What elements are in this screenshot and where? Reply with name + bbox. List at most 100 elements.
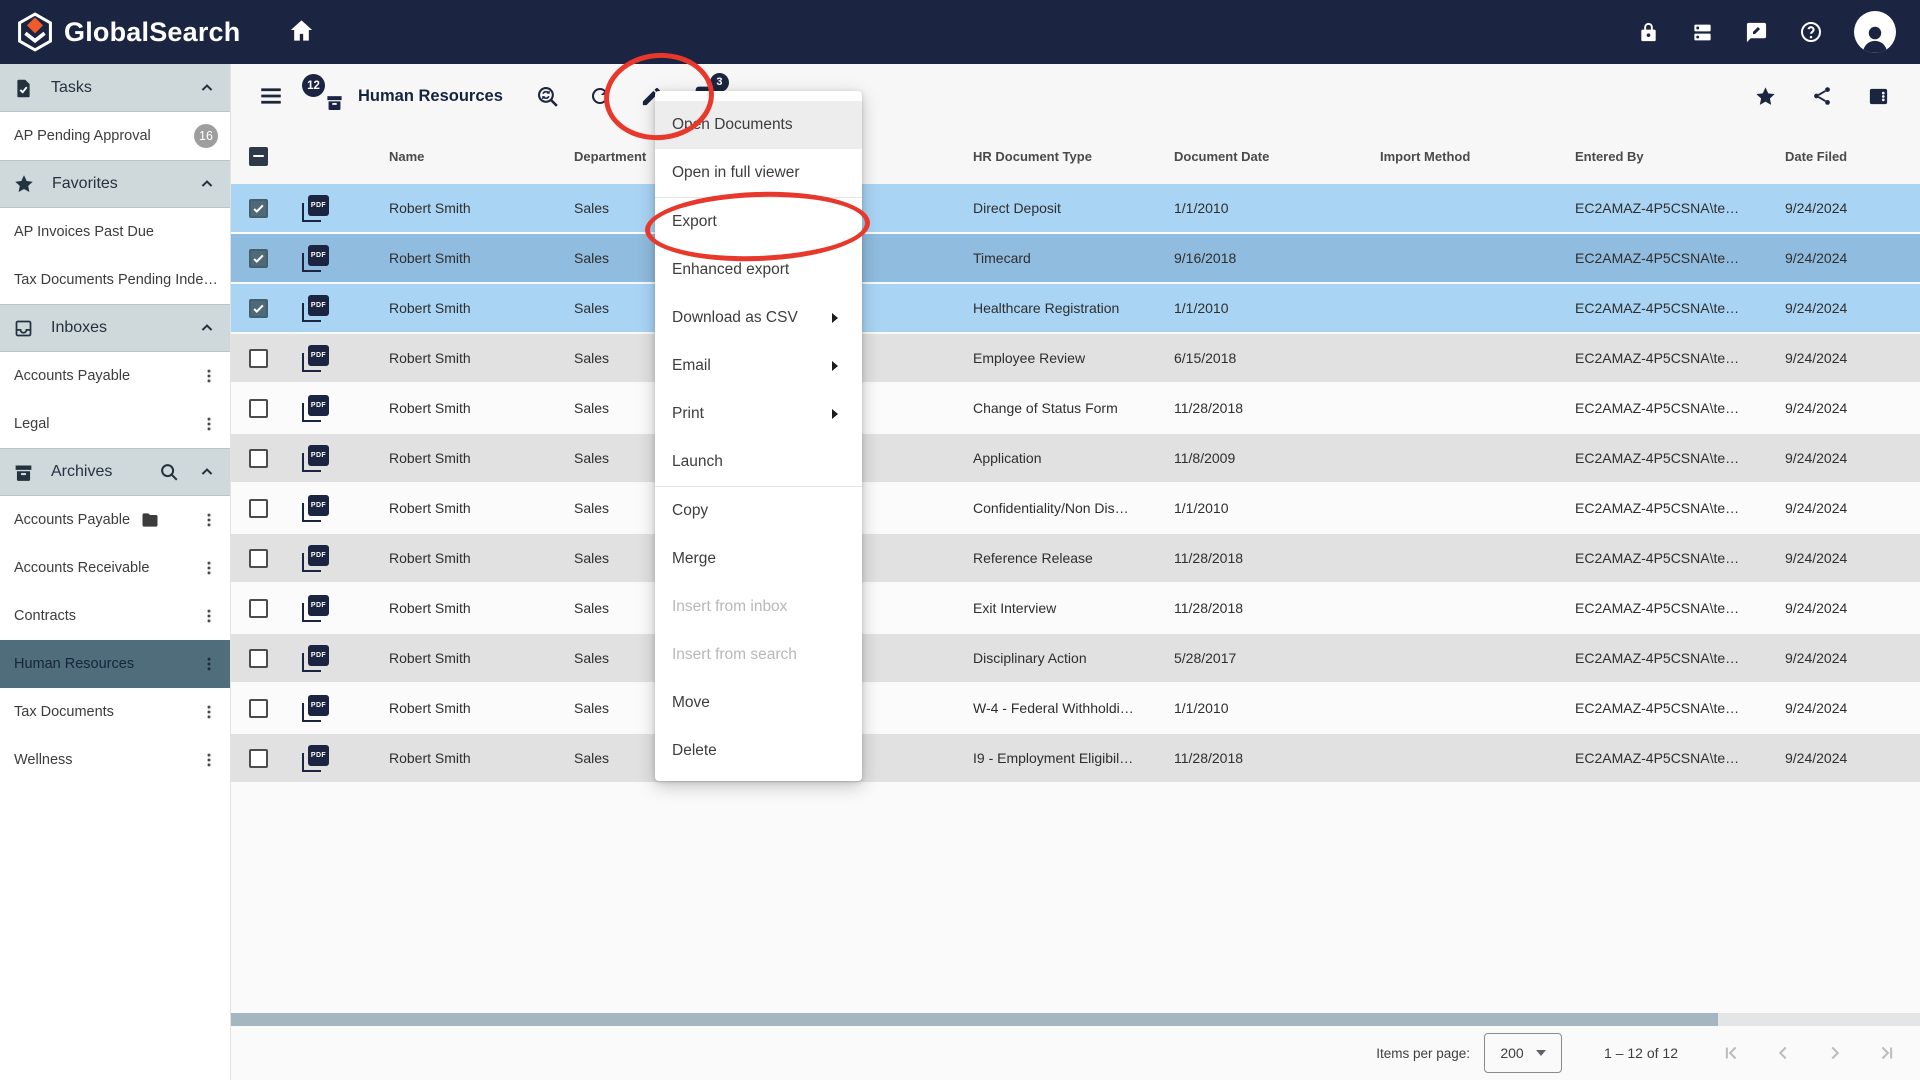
pdf-document-icon[interactable]: PDF [302, 645, 329, 672]
table-row[interactable]: PDFRobert SmithSalesTimecard9/16/2018EC2… [230, 234, 1920, 284]
caret-down-icon [1536, 1050, 1546, 1056]
sidebar-section-archives[interactable]: Archives [0, 448, 230, 496]
chevron-up-icon[interactable] [197, 174, 217, 194]
column-header-import-method[interactable]: Import Method [1380, 128, 1470, 184]
help-button[interactable] [1797, 18, 1825, 46]
scrollbar-thumb[interactable] [230, 1013, 1718, 1026]
column-header-name[interactable]: Name [389, 128, 424, 184]
pdf-document-icon[interactable]: PDF [302, 595, 329, 622]
refresh-button[interactable] [586, 82, 614, 110]
sidebar-item-accounts-payable[interactable]: Accounts Payable [0, 496, 230, 544]
column-header-department[interactable]: Department [574, 128, 646, 184]
table-row[interactable]: PDFRobert SmithSalesReference Release11/… [230, 534, 1920, 584]
menu-item-launch[interactable]: Launch [655, 438, 862, 486]
table-row[interactable]: PDFRobert SmithSalesDirect Deposit1/1/20… [230, 184, 1920, 234]
row-checkbox[interactable] [249, 399, 268, 418]
row-checkbox[interactable] [249, 749, 268, 768]
chevron-up-icon[interactable] [197, 462, 217, 482]
sidebar-section-inboxes[interactable]: Inboxes [0, 304, 230, 352]
menu-item-copy[interactable]: Copy [655, 487, 862, 535]
archive-search-icon[interactable] [158, 461, 180, 483]
feedback-button[interactable] [1743, 19, 1770, 46]
menu-item-download-as-csv[interactable]: Download as CSV [655, 294, 862, 342]
kebab-menu-icon[interactable] [200, 367, 218, 385]
column-header-hr-document-type[interactable]: HR Document Type [973, 128, 1092, 184]
column-header-entered-by[interactable]: Entered By [1575, 128, 1644, 184]
kebab-menu-icon[interactable] [200, 607, 218, 625]
sidebar-item-tax-documents-pending-inde[interactable]: Tax Documents Pending Inde… [0, 256, 230, 304]
sidebar-item-accounts-payable[interactable]: Accounts Payable [0, 352, 230, 400]
sidebar-section-tasks[interactable]: Tasks [0, 64, 230, 112]
menu-item-open-documents[interactable]: Open Documents [655, 101, 862, 149]
row-checkbox[interactable] [249, 249, 268, 268]
select-all-checkbox[interactable] [249, 147, 268, 166]
pdf-document-icon[interactable]: PDF [302, 545, 329, 572]
sidebar-item-accounts-receivable[interactable]: Accounts Receivable [0, 544, 230, 592]
results-menu-button[interactable] [256, 81, 286, 111]
favorite-button[interactable] [1752, 83, 1779, 110]
menu-item-move[interactable]: Move [655, 679, 862, 727]
kebab-menu-icon[interactable] [200, 751, 218, 769]
kebab-menu-icon[interactable] [200, 703, 218, 721]
pdf-document-icon[interactable]: PDF [302, 445, 329, 472]
kebab-menu-icon[interactable] [200, 415, 218, 433]
pdf-document-icon[interactable]: PDF [302, 695, 329, 722]
sidebar-item-tax-documents[interactable]: Tax Documents [0, 688, 230, 736]
home-button[interactable] [284, 13, 319, 51]
pdf-document-icon[interactable]: PDF [302, 295, 329, 322]
menu-item-export[interactable]: Export [655, 198, 862, 246]
menu-item-email[interactable]: Email [655, 342, 862, 390]
share-button[interactable] [1809, 83, 1835, 109]
sidebar-section-favorites[interactable]: Favorites [0, 160, 230, 208]
table-row[interactable]: PDFRobert SmithSalesHealthcare Registrat… [230, 284, 1920, 334]
table-row[interactable]: PDFRobert SmithSalesDisciplinary Action5… [230, 634, 1920, 684]
pdf-document-icon[interactable]: PDF [302, 395, 329, 422]
kebab-menu-icon[interactable] [200, 559, 218, 577]
row-checkbox[interactable] [249, 199, 268, 218]
account-button[interactable] [1852, 9, 1898, 55]
row-checkbox[interactable] [249, 349, 268, 368]
sidebar-item-ap-pending-approval[interactable]: AP Pending Approval16 [0, 112, 230, 160]
row-checkbox[interactable] [249, 699, 268, 718]
table-row[interactable]: PDFRobert SmithSalesApplication11/8/2009… [230, 434, 1920, 484]
table-row[interactable]: PDFRobert SmithSalesChange of Status For… [230, 384, 1920, 434]
pdf-document-icon[interactable]: PDF [302, 745, 329, 772]
kebab-menu-icon[interactable] [200, 511, 218, 529]
sidebar-item-contracts[interactable]: Contracts [0, 592, 230, 640]
toggle-panel-button[interactable] [1865, 83, 1892, 110]
pdf-document-icon[interactable]: PDF [302, 495, 329, 522]
horizontal-scrollbar[interactable] [230, 1013, 1920, 1026]
pdf-document-icon[interactable]: PDF [302, 345, 329, 372]
table-row[interactable]: PDFRobert SmithSalesEmployee Review6/15/… [230, 334, 1920, 384]
sidebar-item-legal[interactable]: Legal [0, 400, 230, 448]
row-checkbox[interactable] [249, 499, 268, 518]
queues-button[interactable] [1689, 19, 1716, 46]
sidebar-item-wellness[interactable]: Wellness [0, 736, 230, 784]
row-checkbox[interactable] [249, 599, 268, 618]
lock-button[interactable] [1635, 19, 1662, 46]
menu-item-enhanced-export[interactable]: Enhanced export [655, 246, 862, 294]
chevron-up-icon[interactable] [197, 78, 217, 98]
table-row[interactable]: PDFRobert SmithSalesI9 - Employment Elig… [230, 734, 1920, 784]
column-header-date-filed[interactable]: Date Filed [1785, 128, 1847, 184]
row-checkbox[interactable] [249, 549, 268, 568]
sidebar-item-ap-invoices-past-due[interactable]: AP Invoices Past Due [0, 208, 230, 256]
menu-item-delete[interactable]: Delete [655, 727, 862, 775]
kebab-menu-icon[interactable] [200, 655, 218, 673]
page-size-select[interactable]: 200 [1484, 1033, 1562, 1073]
menu-item-merge[interactable]: Merge [655, 535, 862, 583]
row-checkbox[interactable] [249, 649, 268, 668]
sidebar-item-human-resources[interactable]: Human Resources [0, 640, 230, 688]
menu-item-open-in-full-viewer[interactable]: Open in full viewer [655, 149, 862, 197]
chevron-up-icon[interactable] [197, 318, 217, 338]
column-header-document-date[interactable]: Document Date [1174, 128, 1269, 184]
modify-search-button[interactable] [533, 82, 562, 111]
row-checkbox[interactable] [249, 449, 268, 468]
table-row[interactable]: PDFRobert SmithSalesW-4 - Federal Withho… [230, 684, 1920, 734]
pdf-document-icon[interactable]: PDF [302, 245, 329, 272]
table-row[interactable]: PDFRobert SmithSalesConfidentiality/Non … [230, 484, 1920, 534]
pdf-document-icon[interactable]: PDF [302, 195, 329, 222]
table-row[interactable]: PDFRobert SmithSalesExit Interview11/28/… [230, 584, 1920, 634]
row-checkbox[interactable] [249, 299, 268, 318]
menu-item-print[interactable]: Print [655, 390, 862, 438]
